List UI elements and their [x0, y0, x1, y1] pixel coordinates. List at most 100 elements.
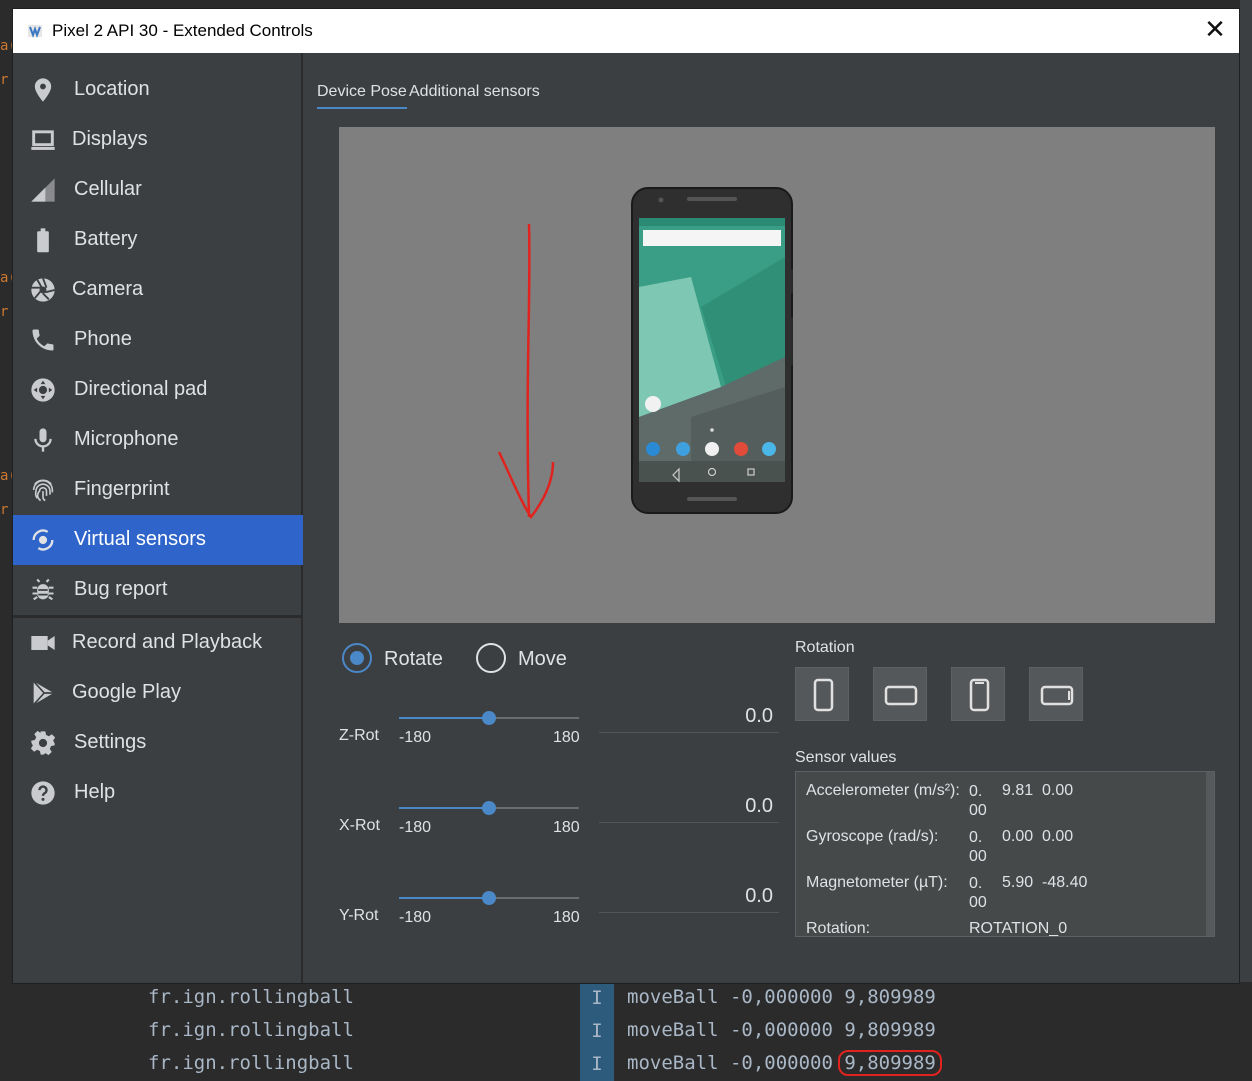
- sidebar-item-settings[interactable]: Settings: [13, 718, 303, 768]
- log-tag: fr.ign.rollingball: [148, 986, 354, 1008]
- hand-drawn-down-arrow-annotation: [497, 223, 555, 520]
- x-rot-slider[interactable]: [399, 801, 579, 815]
- sidebar-item-microphone[interactable]: Microphone: [13, 415, 303, 465]
- sensor-value-x: 0.00: [969, 875, 987, 911]
- reverse-portrait-phone-icon: [969, 678, 990, 712]
- y-rot-slider[interactable]: [399, 891, 579, 905]
- window-title: Pixel 2 API 30 - Extended Controls: [52, 21, 313, 40]
- slider-max-label: 180: [553, 819, 580, 836]
- slider-max-label: 180: [553, 909, 580, 926]
- sensor-value-z: -48.40: [1042, 874, 1088, 891]
- sidebar-item-bug-report[interactable]: Bug report: [13, 565, 303, 615]
- signal-icon: [31, 178, 55, 202]
- radio-circle: [342, 643, 372, 673]
- sidebar-item-fingerprint[interactable]: Fingerprint: [13, 465, 303, 515]
- rotate-portrait-button[interactable]: [795, 667, 849, 721]
- rotate-reverse-landscape-button[interactable]: [1029, 667, 1083, 721]
- radio-dot: [350, 651, 364, 665]
- log-message-text: moveBall -0,000000: [627, 1019, 845, 1041]
- location-pin-icon: [34, 78, 52, 102]
- sidebar-item-google-play[interactable]: Google Play: [13, 668, 303, 718]
- logcat-panel: fr.ign.rollingball I moveBall -0,000000 …: [0, 982, 1252, 1081]
- slider-max-label: 180: [553, 729, 580, 746]
- sensor-value-z: 0.00: [1042, 828, 1074, 845]
- log-message-value: 9,809989: [844, 1019, 936, 1041]
- log-message: moveBall -0,000000 9,809989: [627, 1050, 942, 1076]
- tab-device-pose[interactable]: Device Pose: [317, 83, 407, 109]
- sensor-values-box[interactable]: Accelerometer (m/s²): 0.00 9.81 0.00 Gyr…: [795, 771, 1215, 937]
- emulator-app-icon: [28, 25, 42, 38]
- play-store-icon: [33, 680, 54, 706]
- sidebar-item-label: Location: [74, 78, 150, 100]
- device-model[interactable]: [631, 187, 793, 514]
- sidebar-item-record-and-playback[interactable]: Record and Playback: [13, 618, 303, 668]
- sensor-value-x: 0.00: [969, 829, 987, 865]
- z-rot-slider-row: Z-Rot -180 180 0.0: [339, 703, 779, 783]
- ide-editor-gutter: a( r a( r a( r: [0, 0, 12, 1081]
- sidebar-item-camera[interactable]: Camera: [13, 265, 303, 315]
- rotate-reverse-portrait-button[interactable]: [951, 667, 1005, 721]
- sidebar-item-battery[interactable]: Battery: [13, 215, 303, 265]
- close-icon: ✕: [1204, 15, 1226, 45]
- sidebar-item-label: Battery: [74, 228, 138, 250]
- sidebar-item-help[interactable]: Help: [13, 768, 303, 818]
- sidebar-item-directional-pad[interactable]: Directional pad: [13, 365, 303, 415]
- log-tag: fr.ign.rollingball: [148, 1019, 354, 1041]
- circled-annotation-value: 9,809989: [838, 1050, 942, 1076]
- rotate-radio-label: Rotate: [384, 648, 443, 670]
- device-pose-canvas[interactable]: [339, 127, 1215, 623]
- gear-icon: [30, 730, 56, 756]
- log-message-value: 9,809989: [844, 986, 936, 1008]
- slider-name: Z-Rot: [339, 727, 379, 744]
- sidebar-item-label: Fingerprint: [74, 478, 170, 500]
- sidebar: Location Displays Cellular Battery Camer…: [13, 53, 303, 983]
- sidebar-item-phone[interactable]: Phone: [13, 315, 303, 365]
- ide-gutter-mark: r: [0, 502, 9, 518]
- z-rot-slider[interactable]: [399, 711, 579, 725]
- sidebar-item-label: Displays: [72, 128, 148, 150]
- x-rot-value-field[interactable]: 0.0: [599, 793, 779, 823]
- video-camera-icon: [31, 636, 55, 650]
- sidebar-item-location[interactable]: Location: [13, 65, 303, 115]
- slider-thumb[interactable]: [482, 801, 496, 815]
- y-rot-value-field[interactable]: 0.0: [599, 883, 779, 913]
- close-button[interactable]: ✕: [1191, 9, 1239, 53]
- sidebar-item-label: Microphone: [74, 428, 179, 450]
- rotation-sensor-icon: [32, 529, 54, 551]
- battery-icon: [37, 228, 49, 253]
- log-level: I: [580, 1015, 614, 1048]
- portrait-phone-icon: [813, 678, 834, 712]
- phone-icon: [32, 329, 54, 351]
- sensor-row-magnetometer: Magnetometer (µT): 0.00 5.90 -48.40: [806, 864, 1196, 911]
- sidebar-item-virtual-sensors[interactable]: Virtual sensors: [13, 515, 303, 565]
- log-message: moveBall -0,000000 9,809989: [627, 986, 936, 1008]
- sensor-name: Rotation:: [806, 920, 871, 937]
- sensor-name: Magnetometer (µT):: [806, 874, 948, 891]
- ide-gutter-mark: a(: [0, 38, 12, 54]
- slider-thumb[interactable]: [482, 711, 496, 725]
- ide-gutter-mark: a(: [0, 270, 12, 286]
- rotate-landscape-button[interactable]: [873, 667, 927, 721]
- slider-thumb[interactable]: [482, 891, 496, 905]
- log-tag: fr.ign.rollingball: [148, 1052, 354, 1074]
- sidebar-item-cellular[interactable]: Cellular: [13, 165, 303, 215]
- sensor-values-scrollbar[interactable]: [1206, 772, 1214, 936]
- tab-additional-sensors[interactable]: Additional sensors: [409, 83, 540, 107]
- rotation-heading: Rotation: [795, 639, 855, 656]
- ide-gutter-mark: r: [0, 304, 9, 320]
- microphone-icon: [34, 428, 52, 452]
- slider-fill: [399, 717, 489, 719]
- slider-fill: [399, 807, 489, 809]
- radio-circle: [476, 643, 506, 673]
- log-level: I: [580, 1048, 614, 1081]
- sidebar-item-displays[interactable]: Displays: [13, 115, 303, 165]
- x-rot-slider-row: X-Rot -180 180 0.0: [339, 793, 779, 873]
- sensor-values-heading: Sensor values: [795, 749, 897, 766]
- log-row: fr.ign.rollingball I moveBall -0,000000 …: [0, 982, 1252, 1015]
- sensor-value-x: 0.00: [969, 783, 987, 819]
- z-rot-value-field[interactable]: 0.0: [599, 703, 779, 733]
- sensor-value-rotation: ROTATION_0: [969, 920, 1068, 937]
- ide-gutter-mark: a(: [0, 468, 12, 484]
- slider-name: X-Rot: [339, 817, 380, 834]
- log-row: fr.ign.rollingball I moveBall -0,000000 …: [0, 1015, 1252, 1048]
